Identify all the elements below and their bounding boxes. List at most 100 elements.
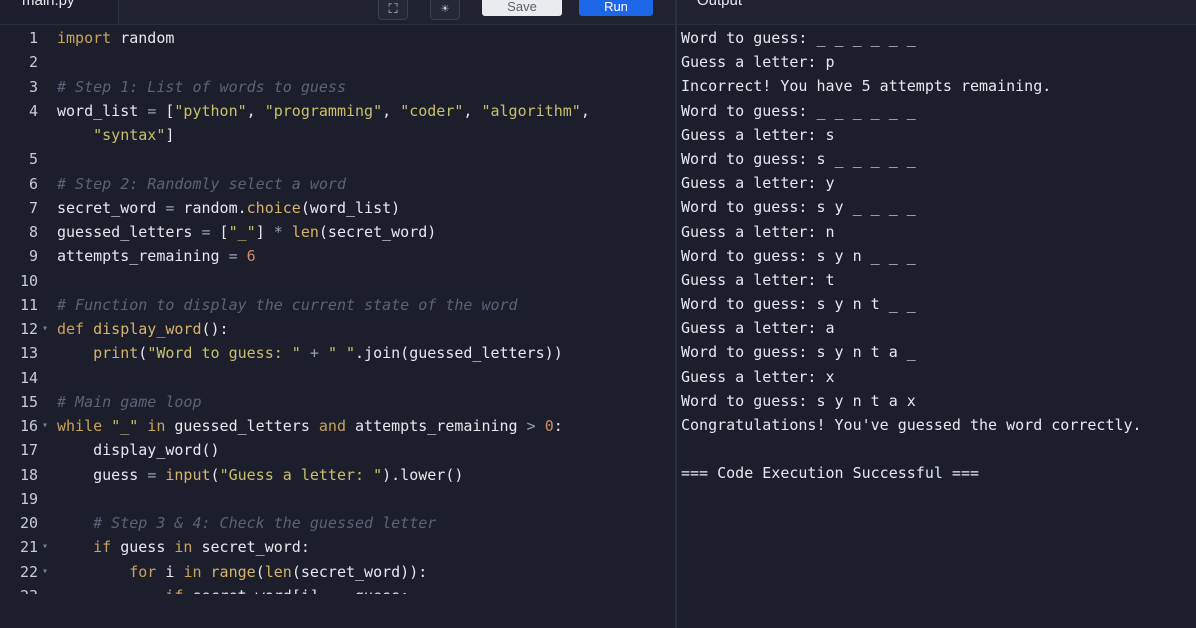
output-line: Word to guess: s y n _ _ _: [681, 246, 916, 265]
output-line: Word to guess: s y _ _ _ _: [681, 198, 916, 217]
code-line[interactable]: 11 # Function to display the current stat…: [0, 293, 674, 317]
code-line[interactable]: 6 # Step 2: Randomly select a word: [0, 172, 674, 196]
code-line[interactable]: 22 ▾ for i in range(len(secret_word)):: [0, 560, 674, 584]
code-line[interactable]: 15 # Main game loop: [0, 390, 674, 414]
output-line: Word to guess: s y n t a _: [681, 343, 916, 362]
code-text: if secret_word[i] == guess:: [57, 584, 409, 594]
code-text: display_word(): [57, 441, 220, 460]
output-line: Guess a letter: t: [681, 270, 835, 289]
line-number: 13: [19, 344, 38, 363]
line-number: 3: [28, 77, 38, 96]
output-line: Guess a letter: s: [681, 125, 835, 144]
output-line: Congratulations! You've guessed the word…: [681, 416, 1142, 434]
line-number: 8: [28, 223, 38, 241]
code-line[interactable]: 20 # Step 3 & 4: Check the guessed lette…: [0, 511, 674, 535]
code-editor[interactable]: 1 import random 2 3 # Step 1: List of words …: [0, 26, 674, 594]
code-line[interactable]: 10: [0, 269, 674, 293]
code-line[interactable]: 18 guess = input("Guess a letter: ").low…: [0, 463, 674, 487]
line-number: 20: [19, 514, 38, 532]
code-line[interactable]: 8 guessed_letters = ["_"] * len(secret_wo…: [0, 220, 674, 244]
line-number: 4: [28, 101, 38, 120]
output-line: Guess a letter: p: [681, 53, 835, 72]
code-line[interactable]: 9 attempts_remaining = 6: [0, 244, 674, 268]
code-text: word_list = ["python", "programming", "c…: [57, 101, 590, 120]
output-line: Incorrect! You have 5 attempts remaining…: [681, 77, 1052, 96]
line-number: 14: [19, 368, 38, 387]
code-text: if guess in secret_word:: [93, 538, 310, 557]
line-number: 5: [28, 150, 38, 169]
output-console: Word to guess: _ _ _ _ _ _ Guess a letter…: [681, 26, 1193, 586]
output-line: Word to guess: s _ _ _ _ _: [681, 149, 916, 168]
code-line[interactable]: 7 secret_word = random.choice(word_list): [0, 196, 674, 220]
output-line: Word to guess: _ _ _ _ _ _: [681, 29, 916, 47]
code-text: # Step 3 & 4: Check the guessed letter: [93, 514, 437, 532]
code-text: "syntax"]: [93, 126, 175, 144]
code-line[interactable]: 3 # Step 1: List of words to guess: [0, 75, 674, 99]
code-line[interactable]: 2: [0, 50, 674, 74]
code-line[interactable]: 5: [0, 147, 674, 171]
code-text: attempts_remaining = 6: [57, 247, 256, 266]
line-number: 10: [19, 271, 38, 290]
line-number: 7: [28, 198, 38, 217]
code-text: def display_word():: [57, 320, 229, 338]
code-line[interactable]: "syntax"]: [0, 123, 674, 147]
output-line: Guess a letter: a: [681, 319, 835, 338]
line-number: 9: [28, 247, 38, 266]
line-number: 17: [19, 441, 38, 460]
line-number: 15: [19, 392, 38, 411]
line-number: 22: [19, 562, 38, 581]
file-tab[interactable]: main.py: [0, 0, 119, 24]
output-line: === Code Execution Successful ===: [681, 464, 980, 483]
code-line[interactable]: 16 ▾ while "_" in guessed_letters and atte…: [0, 414, 674, 438]
code-text: for i in range(len(secret_word)):: [129, 562, 428, 581]
output-line: Word to guess: s y n t a x: [681, 391, 916, 410]
output-line: Guess a letter: n: [681, 222, 835, 241]
fold-chevron-icon[interactable]: ▾: [42, 560, 48, 584]
line-number: 6: [28, 174, 38, 193]
code-text: guessed_letters = ["_"] * len(secret_wor…: [57, 223, 437, 241]
line-number: 16: [19, 417, 38, 435]
fullscreen-icon[interactable]: ⛶: [378, 0, 408, 20]
code-line[interactable]: 21 ▾ if guess in secret_word:: [0, 535, 674, 559]
code-text: # Step 2: Randomly select a word: [57, 174, 346, 193]
code-text: print("Word to guess: " + " ".join(guess…: [93, 344, 563, 363]
output-line: Guess a letter: y: [681, 174, 835, 193]
theme-toggle-icon[interactable]: ☀: [430, 0, 460, 20]
code-line[interactable]: 12 ▾ def display_word():: [0, 317, 674, 341]
code-line[interactable]: 13 print("Word to guess: " + " ".join(gu…: [0, 341, 674, 365]
code-text: # Function to display the current state …: [57, 295, 518, 314]
run-button[interactable]: Run: [579, 0, 653, 16]
line-number: 23: [0, 584, 38, 594]
save-button[interactable]: Save: [482, 0, 562, 16]
line-number: 18: [19, 465, 38, 484]
code-line[interactable]: 4 word_list = ["python", "programming", "…: [0, 99, 674, 123]
line-number: 19: [19, 489, 38, 508]
fold-chevron-icon[interactable]: ▾: [42, 414, 48, 438]
fold-chevron-icon[interactable]: ▾: [42, 317, 48, 341]
line-number: 21: [19, 538, 38, 557]
output-line: Guess a letter: x: [681, 367, 835, 386]
code-line[interactable]: 17 display_word(): [0, 438, 674, 462]
code-line[interactable]: 19: [0, 487, 674, 511]
output-line: Word to guess: _ _ _ _ _ _: [681, 101, 916, 120]
line-number: 11: [19, 295, 38, 314]
line-number: 2: [28, 53, 38, 72]
fold-chevron-icon[interactable]: ▾: [42, 535, 48, 559]
file-tab-label: main.py: [22, 0, 75, 9]
code-text: import random: [57, 29, 175, 47]
output-line: Word to guess: s y n t _ _: [681, 295, 916, 314]
top-toolbar: main.py ⛶ ☀ Save Run Output: [0, 0, 1196, 25]
code-text: guess = input("Guess a letter: ").lower(…: [57, 465, 464, 484]
output-title: Output: [697, 0, 743, 9]
line-number: 12: [19, 320, 38, 338]
line-number: 1: [28, 29, 38, 47]
code-line[interactable]: 1 import random: [0, 26, 674, 50]
code-text: while "_" in guessed_letters and attempt…: [57, 417, 563, 435]
code-text: secret_word = random.choice(word_list): [57, 198, 401, 217]
code-text: # Step 1: List of words to guess: [57, 77, 346, 96]
code-line[interactable]: 23 if secret_word[i] == guess:: [0, 584, 674, 594]
code-line[interactable]: 14: [0, 366, 674, 390]
pane-divider[interactable]: [675, 0, 677, 628]
code-text: # Main game loop: [57, 392, 202, 411]
